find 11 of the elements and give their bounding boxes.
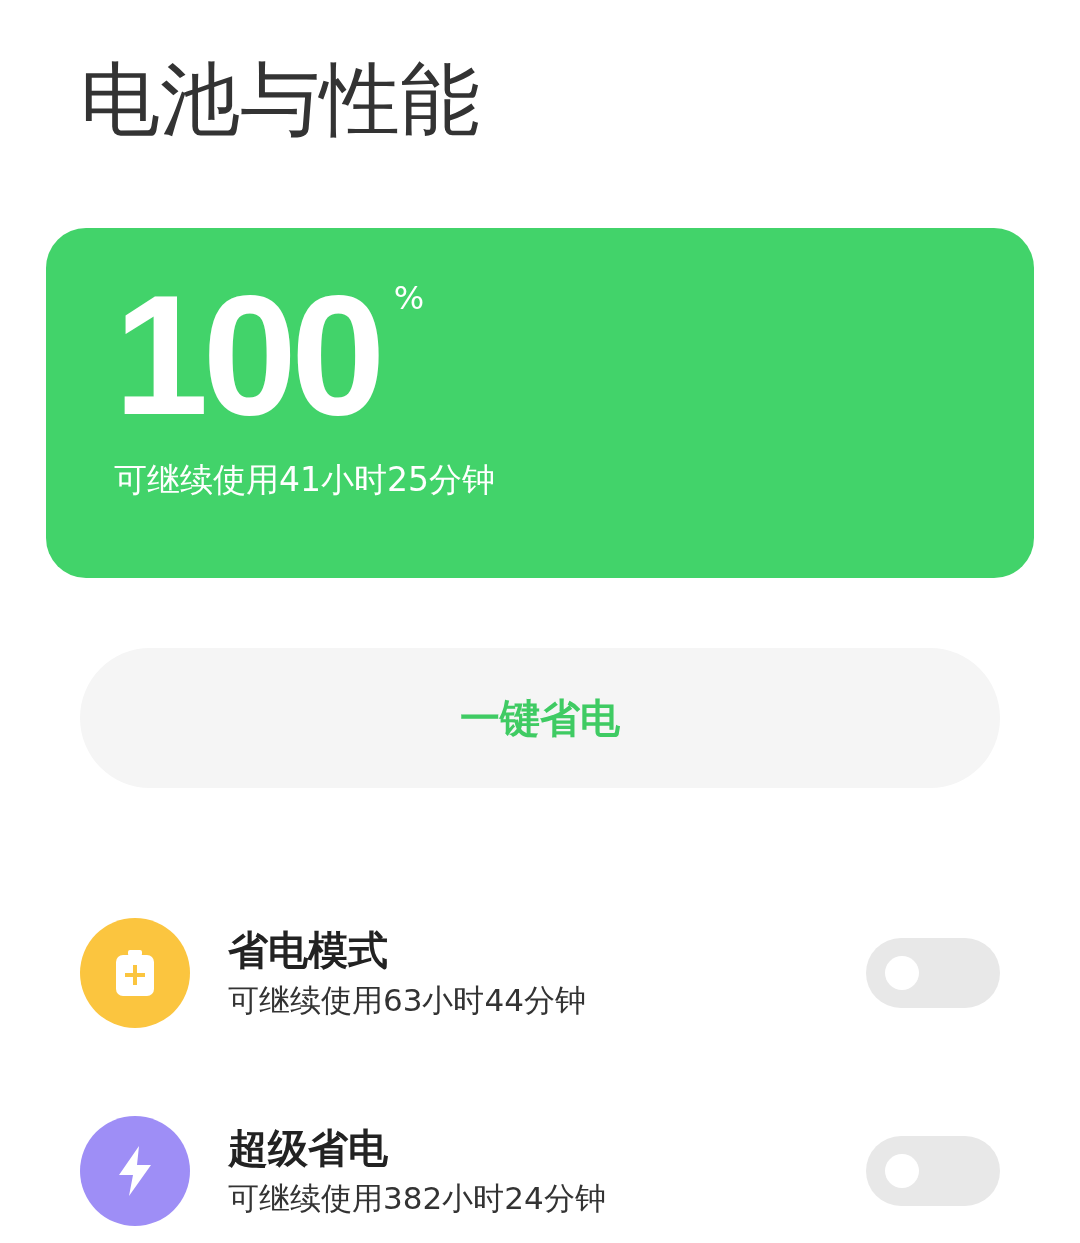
mode-subtitle: 可继续使用382小时24分钟 xyxy=(228,1179,607,1218)
power-save-button[interactable]: 一键省电 xyxy=(80,648,1000,788)
mode-subtitle: 可继续使用63小时44分钟 xyxy=(228,981,587,1020)
mode-title: 省电模式 xyxy=(228,926,389,975)
battery-percent: 100 xyxy=(114,280,380,430)
remaining-time: 可继续使用41小时25分钟 xyxy=(114,459,496,501)
lightning-icon xyxy=(117,1146,153,1196)
mode-title: 超级省电 xyxy=(228,1124,389,1173)
percent-unit: % xyxy=(393,282,425,314)
battery-plus-icon xyxy=(116,950,154,996)
page-title: 电池与性能 xyxy=(80,52,481,148)
